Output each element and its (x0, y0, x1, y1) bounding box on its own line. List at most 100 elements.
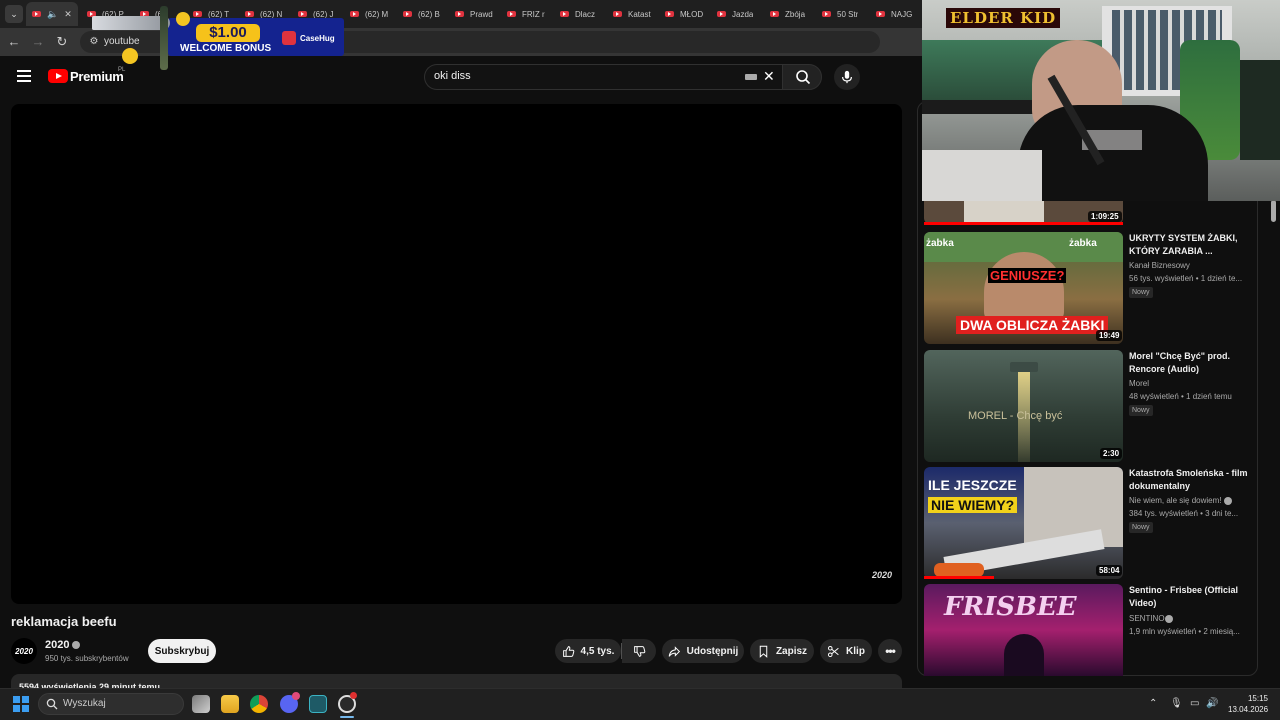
ad-bonus-text: WELCOME BONUS (180, 43, 272, 54)
knife-graphic (92, 16, 170, 30)
video-player[interactable] (11, 104, 902, 604)
tab-label: Katast (628, 9, 651, 19)
tray-overflow-chevron-icon[interactable]: ⌃ (1149, 698, 1157, 709)
search-query[interactable]: oki diss (434, 70, 471, 82)
subscribe-button[interactable]: Subskrybuj (148, 639, 216, 663)
clock-date[interactable]: 13.04.2026 (1228, 705, 1268, 714)
site-info-icon[interactable]: ⚙ (86, 34, 102, 50)
rec-channel[interactable]: Nie wiem, ale się dowiem! (1129, 496, 1221, 505)
clip-button[interactable]: Klip (820, 639, 872, 663)
app-icon[interactable] (309, 695, 327, 713)
browser-tab[interactable]: Dlacz (560, 4, 595, 24)
browser-tab[interactable]: MŁOD (665, 4, 703, 24)
keyboard-icon[interactable] (745, 74, 757, 80)
windows-start-icon[interactable] (13, 696, 29, 712)
more-dots-icon: ••• (885, 644, 896, 658)
rec-meta: 56 tys. wyświetleń • 1 dzień te... (1129, 274, 1243, 283)
voice-search-button[interactable] (834, 64, 860, 90)
rec-thumbnail[interactable]: FRISBEE (924, 584, 1123, 676)
chrome-icon[interactable] (250, 695, 268, 713)
rec-thumbnail[interactable]: żabka żabka GENIUSZE? DWA OBLICZA ŻABKI (924, 232, 1123, 344)
tab-close-icon[interactable]: ✕ (64, 9, 72, 20)
clock-time[interactable]: 15:15 (1240, 694, 1268, 703)
browser-tab[interactable]: NAJG (876, 4, 912, 24)
rec-title[interactable]: Morel "Chcę Być" prod. Rencore (Audio) (1129, 350, 1251, 376)
youtube-favicon-icon (455, 11, 464, 17)
file-explorer-icon[interactable] (221, 695, 239, 713)
youtube-favicon-icon (770, 11, 779, 17)
more-actions-button[interactable]: ••• (878, 639, 902, 663)
task-view-icon[interactable] (192, 695, 210, 713)
rec-title[interactable]: Katastrofa Smoleńska - film dokumentalny (1129, 467, 1251, 493)
tab-label: (62) B (418, 9, 440, 19)
thumbnail-text: ILE JESZCZE (928, 477, 1017, 493)
search-input[interactable] (424, 64, 782, 90)
reload-icon[interactable]: ↻ (54, 34, 70, 50)
forward-arrow-icon[interactable]: → (30, 34, 46, 50)
scrollbar-thumb[interactable] (1271, 200, 1276, 222)
youtube-favicon-icon (665, 11, 674, 17)
youtube-favicon-icon (822, 11, 831, 17)
coin-graphic (176, 12, 190, 26)
dislike-button[interactable] (622, 639, 656, 663)
active-app-indicator (340, 716, 354, 718)
rec-title[interactable]: UKRYTY SYSTEM ŻABKI, KTÓRY ZARABIA ... (1129, 232, 1251, 258)
hamburger-menu-icon[interactable] (17, 70, 31, 82)
browser-tab[interactable]: (62) M (350, 4, 388, 24)
channel-name[interactable]: 2020 (45, 639, 69, 651)
tab-label: MŁOD (680, 9, 704, 19)
logo-premium-text[interactable]: Premium (70, 69, 124, 84)
browser-tab[interactable]: FRIZ r (507, 4, 545, 24)
clear-search-icon[interactable]: ✕ (763, 68, 775, 85)
bookmark-icon (759, 645, 768, 658)
browser-tab[interactable]: Zbója (770, 4, 805, 24)
rec-title[interactable]: Sentino - Frisbee (Official Video) (1129, 584, 1251, 610)
tab-label: (62) M (365, 9, 389, 19)
rec-meta: 384 tys. wyświetleń • 3 dni te... (1129, 509, 1239, 518)
new-badge: Nowy (1129, 287, 1153, 298)
browser-tab[interactable]: Katast (613, 4, 651, 24)
rec-channel[interactable]: Kanał Biznesowy (1129, 261, 1190, 270)
clip-label: Klip (846, 645, 865, 657)
channel-avatar[interactable]: 2020 (11, 638, 37, 664)
youtube-favicon-icon (403, 11, 412, 17)
save-label: Zapisz (775, 645, 808, 657)
rec-channel[interactable]: SENTINO (1129, 614, 1165, 623)
thumbnail-sign-text: żabka (926, 238, 954, 249)
thumbnail-text: DWA OBLICZA ŻABKI (956, 316, 1109, 334)
tab-search-chevron-icon[interactable]: ⌄ (5, 5, 23, 23)
microphone-tray-icon[interactable]: 🎙 (1170, 698, 1183, 709)
youtube-favicon-icon (245, 11, 254, 17)
region-code: PL (118, 67, 126, 73)
taskbar-search-box[interactable] (38, 693, 184, 715)
network-icon[interactable]: ▭ (1190, 698, 1199, 709)
search-icon[interactable] (795, 69, 811, 85)
tab-label: NAJG (891, 9, 913, 19)
taskbar-search-placeholder[interactable]: Wyszukaj (63, 698, 106, 709)
like-button[interactable]: 4,5 tys. (555, 639, 621, 663)
new-badge: Nowy (1129, 405, 1153, 416)
channel-watermark[interactable]: 2020 (872, 570, 892, 580)
url-text: youtube (104, 36, 140, 47)
video-title: reklamacja beefu (11, 614, 117, 629)
save-button[interactable]: Zapisz (750, 639, 814, 663)
browser-tab[interactable]: 50 Str (822, 4, 858, 24)
browser-tab[interactable]: Prawd (455, 4, 493, 24)
browser-tab[interactable]: Jazda (717, 4, 753, 24)
thumbnail-text: GENIUSZE? (988, 268, 1067, 283)
speaker-icon: 🔈 (47, 8, 59, 19)
youtube-favicon-icon (507, 11, 516, 17)
volume-icon[interactable]: 🔊 (1206, 698, 1218, 709)
youtube-logo-icon[interactable] (48, 69, 68, 83)
browser-tab[interactable]: (62) B (403, 4, 440, 24)
ad-brand-name: CaseHug (300, 34, 335, 43)
back-arrow-icon[interactable]: ← (6, 34, 22, 50)
rec-channel[interactable]: Morel (1129, 379, 1149, 388)
tab-audio-indicator[interactable]: 🔈 ✕ (32, 4, 72, 24)
overlay-channel-logo: ELDER KID (946, 8, 1061, 28)
rec-meta: 48 wyświetleń • 1 dzień temu (1129, 392, 1232, 401)
tab-label: FRIZ r (522, 9, 545, 19)
rec-thumbnail[interactable]: ILE JESZCZE NIE WIEMY? (924, 467, 1123, 579)
rec-thumbnail[interactable]: MOREL - Chcę być (924, 350, 1123, 462)
share-button[interactable]: Udostępnij (662, 639, 744, 663)
